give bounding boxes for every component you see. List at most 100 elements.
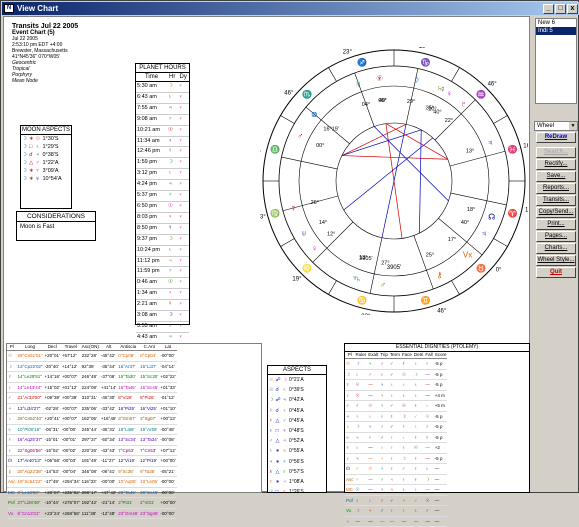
maximize-button[interactable]: □: [555, 4, 566, 14]
dignity-cell: ♄: [345, 421, 355, 433]
sign-glyph: ♓: [508, 144, 518, 154]
position-cell: 15°Ta46': [117, 382, 140, 393]
table-row: 5:30 am ☽ ♀: [136, 81, 189, 93]
planet-degree: 35°: [426, 105, 434, 111]
side-button-reports[interactable]: Reports...: [536, 183, 576, 194]
center-label: 3905': [387, 265, 402, 271]
chart-list-item[interactable]: New 6: [536, 19, 576, 27]
side-button-quit[interactable]: Quit: [536, 267, 576, 278]
position-cell: -10°44': [43, 497, 61, 509]
table-row: 7:55 am ♃ ♀: [136, 103, 189, 115]
dignity-cell: ☽: [354, 505, 368, 517]
hour-time: 6:43 am: [136, 92, 167, 104]
table-row: ☉ ☽ ♃ ♂ ♂ ☿ ♄ ♂ -5 p: [345, 358, 448, 370]
dignity-cell: ♀: [388, 432, 401, 443]
position-cell: 29°Sc46': [139, 487, 160, 498]
wheel-type-select[interactable]: Wheel ▼: [534, 121, 578, 131]
position-cell: ⚷: [7, 466, 17, 477]
position-cell: 162°05': [80, 413, 100, 425]
planet-degree: 13°: [466, 148, 474, 154]
side-button-rectify[interactable]: Rectify...: [536, 159, 576, 170]
table-row: ♄ 26°Cn52'40" +20°41' +00°07' 162°05' +16°45'…: [7, 413, 177, 425]
position-cell: 29°Ta46': [117, 487, 140, 498]
table-row: 1:59 pm ☽ ♀: [136, 157, 189, 170]
position-cell: +47°42': [99, 487, 118, 498]
dignity-cell: ☿: [400, 421, 413, 433]
cusp-degree: 0°: [496, 268, 502, 274]
side-button-search[interactable]: Search...: [536, 147, 576, 158]
chart-list-item-selected[interactable]: Indi 5: [536, 27, 576, 35]
planet-degree: 40°: [461, 220, 469, 226]
chart-title: Transits Jul 22 2005: [12, 23, 79, 30]
planet-hours-box: PLANET HOURS Time Hr Dy 5:30 am ☽ ♀ 6:43 am ♄ ♀ 7…: [135, 63, 190, 344]
table-header: Pl Ruler Exalt Trip Term Face Detri Fall Score: [345, 352, 448, 359]
minimize-button[interactable]: _: [543, 4, 554, 14]
position-cell: ♃: [7, 403, 17, 414]
position-cell: Asc: [7, 476, 17, 488]
planet-degree: 17°: [448, 237, 456, 243]
dignity-cell: —: [433, 474, 448, 485]
position-cell: 224°08': [80, 382, 100, 393]
orb-value: 0°48'S: [289, 428, 304, 435]
position-cell: 23°Gm46': [117, 508, 140, 519]
dignity-cell: ♀: [379, 411, 389, 422]
hour-planet: ♂: [167, 266, 178, 279]
view-chart-window: N View Chart _ □ x Transits Jul 22 2005 …: [0, 0, 579, 527]
dignity-cell: ☉: [367, 400, 380, 412]
dignity-cell: ☿: [388, 411, 401, 422]
table-row: Vx 6°Cn13'31" +23°24' +268°58' 111°38' -12°48…: [7, 508, 177, 519]
side-button-charts[interactable]: Charts...: [536, 243, 576, 254]
side-button-redraw[interactable]: ReDraw: [536, 132, 576, 143]
sign-glyph: ♌: [302, 263, 312, 273]
dignity-cell: -5 p: [433, 369, 448, 380]
table-row: ☊ ♂ ☉ ♃ ♀ ♂ ♀ ♄ —: [345, 463, 448, 475]
position-cell: 3°Gm07': [117, 413, 140, 425]
hour-planet: ♄: [167, 321, 178, 333]
close-button[interactable]: x: [567, 4, 578, 14]
table-row: Asc 19°Sc54'22" -17°49' +294°34' 116°33' -00°…: [7, 476, 177, 488]
hour-time: 1:59 pm: [136, 157, 167, 170]
sign-glyph: ♍: [270, 208, 280, 218]
table-row: 10:24 pm ♄ ♀: [136, 245, 189, 257]
aspect-glyph: ☍: [275, 377, 281, 383]
hour-time: 12:46 pm: [136, 146, 167, 159]
position-cell: ☽: [7, 361, 17, 372]
dignity-cell: ♄: [412, 379, 425, 391]
aspect-glyph: ☌: [28, 152, 33, 158]
position-cell: MC: [7, 487, 17, 498]
dignity-cell: ♀: [379, 442, 389, 454]
dignity-cell: ☉: [424, 411, 434, 422]
side-button-wheelstyle[interactable]: Wheel Style...: [536, 255, 576, 266]
dignity-cell: Vx: [345, 505, 355, 517]
side-button-save[interactable]: Save...: [536, 171, 576, 182]
orb-value: 0°55'A: [289, 448, 304, 455]
planet-glyph: ☽: [22, 136, 27, 142]
chevron-down-icon[interactable]: ▼: [569, 122, 577, 130]
dignity-cell: ♃: [379, 463, 389, 475]
aspect-glyph: ∗: [275, 448, 280, 455]
day-planet: ♀: [177, 245, 189, 257]
side-button-print[interactable]: Print...: [536, 219, 576, 230]
hour-time: 4:24 pm: [136, 179, 167, 192]
moon-aspects-table: ☽ ∗ ☉ 1°30'S ☽ □ ♄ 1°29'S ☽ ☌ ♃ 0°38'S ☽ △ ♂ 1°22'A ☽ ∗ ♆ 3…: [21, 135, 63, 183]
dignity-cell: ☉: [354, 390, 368, 401]
side-button-pages[interactable]: Pages...: [536, 231, 576, 242]
table-row: Pof ♀ ♄ ♀ ♂ ♃ ♂ ☉ —: [345, 495, 448, 506]
dignity-cell: ♀: [388, 453, 401, 464]
chart-list[interactable]: New 6 Indi 5: [535, 18, 577, 104]
dignity-cell: ♄: [367, 411, 380, 422]
dignity-cell: MC: [345, 484, 355, 496]
dignity-cell: ♀: [400, 505, 413, 517]
side-button-copysend[interactable]: Copy/Send...: [536, 207, 576, 218]
position-cell: 15°Sc46': [139, 382, 160, 393]
title-bar[interactable]: N View Chart _ □ x: [2, 2, 579, 15]
dignity-cell: ♅: [345, 432, 355, 443]
position-cell: 23°Sg46': [139, 508, 160, 519]
position-cell: 0°Cp08': [117, 350, 140, 362]
hour-planet: ☽: [167, 157, 178, 170]
hour-time: 0:46 am: [136, 277, 167, 290]
side-button-transits[interactable]: Transits...: [536, 195, 576, 206]
dignity-cell: ♀: [400, 474, 413, 485]
column-header: Detri: [412, 352, 425, 359]
position-cell: 13°Ta34': [139, 434, 160, 446]
